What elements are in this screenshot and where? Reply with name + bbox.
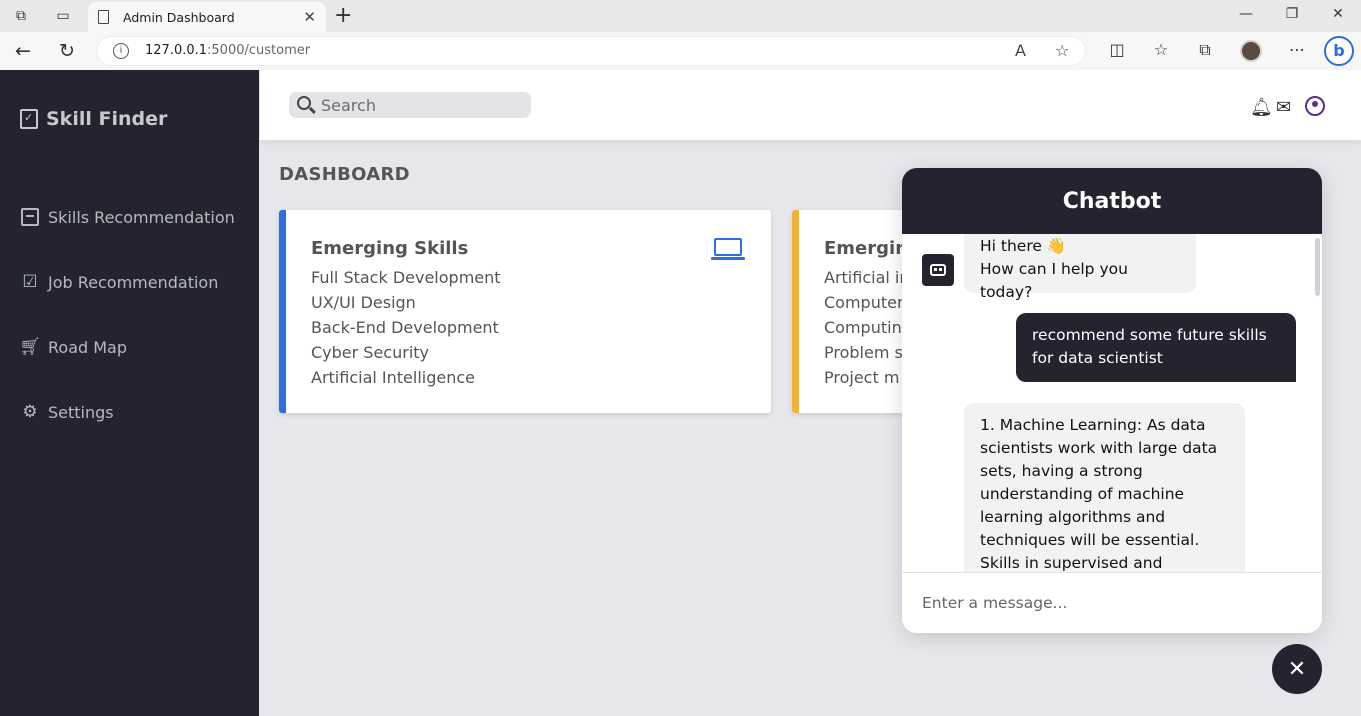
card-list: Full Stack Development UX/UI Design Back… (311, 265, 501, 390)
archive-icon (20, 207, 40, 227)
search-input[interactable]: Search (289, 92, 531, 118)
chatbot-header: Chatbot (902, 168, 1322, 234)
bell-icon[interactable]: 🔔︎ (1250, 97, 1273, 118)
window-close-icon[interactable]: ✕ (1328, 6, 1348, 22)
collections-icon[interactable]: ⧉ (1194, 40, 1216, 60)
message-line: for data scientist (1032, 349, 1163, 367)
message-line: recommend some future skills (1032, 326, 1267, 344)
skills-card-2: Emerging Artificial in Computer Computin… (792, 210, 912, 413)
sidebar: Skill Finder Skills Recommendation ☑ Job… (0, 70, 259, 716)
split-screen-icon[interactable]: ◫ (1106, 40, 1128, 59)
card-accent-bar (792, 210, 799, 413)
card-accent-bar (279, 210, 286, 413)
chatbot-title: Chatbot (1062, 188, 1162, 214)
sidebar-item-road-map[interactable]: 🛒︎ Road Map (19, 337, 127, 357)
back-icon[interactable]: ← (12, 40, 34, 62)
copilot-icon[interactable]: b (1324, 36, 1354, 66)
search-icon (297, 96, 311, 110)
cart-icon: 🛒︎ (19, 337, 41, 357)
mail-icon[interactable]: ✉ (1276, 97, 1291, 118)
page-icon (98, 10, 109, 24)
list-item: Computer (824, 293, 904, 312)
list-item: Project m (824, 368, 900, 387)
minimize-icon[interactable]: — (1236, 6, 1256, 22)
message-line: Skills in supervised and (980, 554, 1163, 572)
sidebar-item-skills-recommendation[interactable]: Skills Recommendation (20, 207, 235, 227)
top-header: Search 🔔︎ ✉ (260, 70, 1361, 140)
address-bar[interactable]: i 127.0.0.1:5000/customer A ☆ (96, 36, 1086, 66)
tab-title: Admin Dashboard (123, 9, 235, 25)
list-item: Computin (824, 318, 902, 337)
favorites-icon[interactable]: ☆ (1150, 40, 1172, 59)
list-item: Back-End Development (311, 318, 499, 337)
message-line: Hi there 👋 (980, 237, 1067, 255)
message-line: How can I help you today? (980, 260, 1128, 301)
close-icon: ✕ (1287, 656, 1307, 682)
user-icon[interactable] (1305, 96, 1325, 116)
chat-message-input[interactable]: Enter a message... (902, 572, 1322, 633)
sidebar-item-label: Job Recommendation (48, 272, 219, 292)
url-text: 127.0.0.1:5000/customer (145, 43, 311, 58)
card-title: Emerging Skills (311, 238, 469, 259)
tab-close-icon[interactable]: ✕ (303, 8, 316, 26)
favorite-star-icon[interactable]: ☆ (1055, 41, 1069, 60)
brand-name: Skill Finder (46, 108, 168, 130)
chat-scrollbar[interactable] (1315, 238, 1320, 296)
refresh-icon[interactable]: ↻ (56, 40, 78, 62)
user-message: recommend some future skills for data sc… (1016, 313, 1296, 382)
page-title: DASHBOARD (279, 164, 410, 185)
clipboard-check-icon (20, 109, 38, 129)
list-item: Full Stack Development (311, 268, 501, 287)
sidebar-item-label: Skills Recommendation (48, 207, 235, 227)
card-title: Emerging (824, 238, 912, 259)
sidebar-item-label: Settings (48, 402, 114, 422)
message-line: techniques will be essential. (980, 531, 1200, 549)
card-list: Artificial in Computer Computin Problem … (824, 265, 909, 390)
message-line: 1. Machine Learning: As data (980, 416, 1206, 434)
brand[interactable]: Skill Finder (20, 108, 167, 130)
checklist-icon: ☑ (22, 272, 38, 292)
sidebar-item-label: Road Map (48, 337, 127, 357)
list-item: Artificial in (824, 268, 910, 287)
skills-card: Emerging Skills Full Stack Development U… (279, 210, 771, 413)
chatbot-close-button[interactable]: ✕ (1272, 644, 1322, 694)
bot-message: 1. Machine Learning: As data scientists … (964, 403, 1245, 572)
profile-avatar[interactable] (1240, 40, 1262, 62)
list-item: UX/UI Design (311, 293, 416, 312)
message-line: learning algorithms and (980, 508, 1166, 526)
chatbot-window: Chatbot Hi there 👋 How can I help you to… (902, 168, 1322, 633)
chat-input-placeholder: Enter a message... (922, 594, 1068, 612)
message-line: scientists work with large data (980, 439, 1218, 457)
new-tab-button[interactable]: + (334, 3, 352, 28)
sidebar-item-job-recommendation[interactable]: ☑ Job Recommendation (20, 272, 218, 292)
list-item: Artificial Intelligence (311, 368, 475, 387)
tab-actions-icon[interactable]: ▭ (54, 7, 72, 25)
list-item: Problem s (824, 343, 903, 362)
sidebar-item-settings[interactable]: ⚙ Settings (20, 402, 114, 422)
search-placeholder: Search (321, 95, 376, 115)
read-aloud-icon[interactable]: A (1015, 41, 1026, 60)
message-line: sets, having a strong (980, 462, 1143, 480)
workspaces-icon[interactable]: ⧉ (12, 7, 30, 25)
laptop-icon (711, 238, 745, 262)
browser-titlebar: ⧉ ▭ Admin Dashboard ✕ + — ❐ ✕ (0, 0, 1361, 32)
bot-avatar-icon (922, 254, 954, 286)
gear-icon: ⚙ (22, 402, 38, 422)
chat-messages[interactable]: Hi there 👋 How can I help you today? rec… (902, 234, 1322, 572)
more-menu-icon[interactable]: ⋯ (1286, 40, 1308, 59)
bot-message: Hi there 👋 How can I help you today? (964, 234, 1196, 301)
list-item: Cyber Security (311, 343, 430, 362)
site-info-icon[interactable]: i (113, 43, 129, 59)
browser-tab[interactable]: Admin Dashboard ✕ (88, 2, 326, 32)
message-line: understanding of machine (980, 485, 1185, 503)
restore-icon[interactable]: ❐ (1282, 6, 1302, 22)
